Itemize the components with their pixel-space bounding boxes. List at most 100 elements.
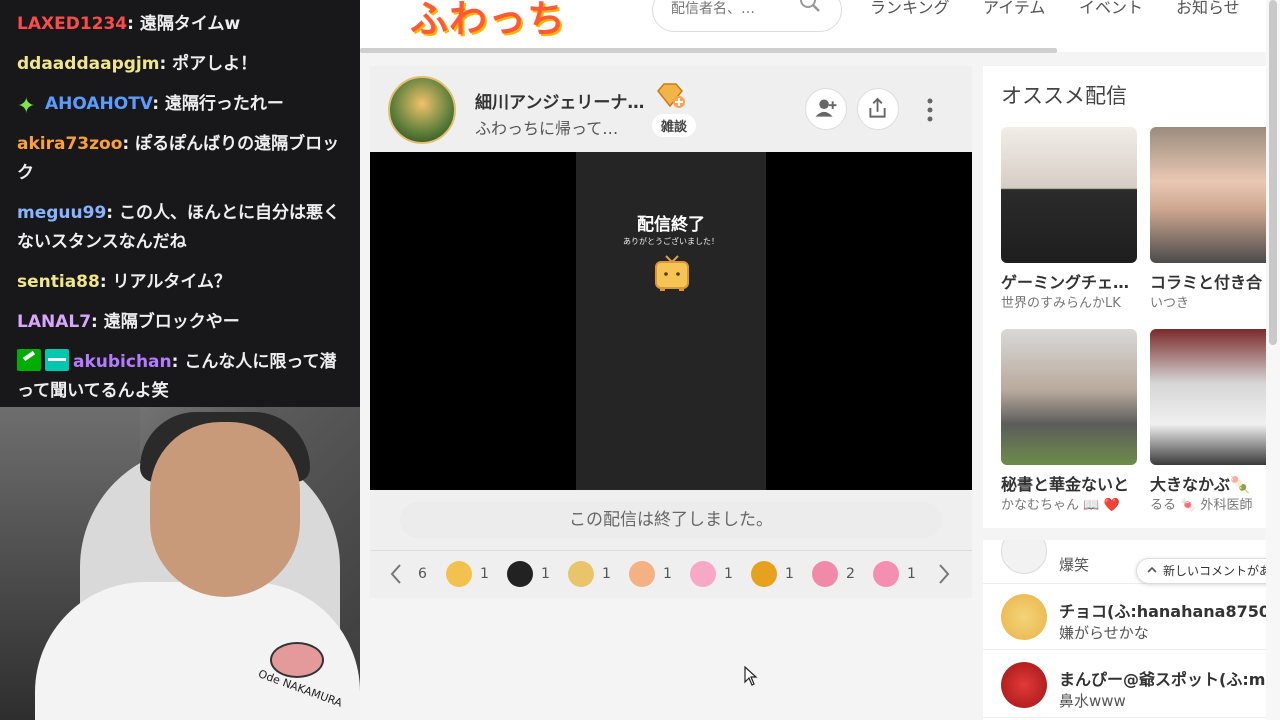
chat-message: sentia88: リアルタイム？: [17, 268, 346, 297]
streamer-name[interactable]: 細川アンジェリーナ…: [475, 88, 644, 113]
character-gift-icon: [873, 561, 899, 587]
recommended-stream-title[interactable]: 秘書と華金ないと: [1001, 471, 1151, 495]
balloon-gift-icon: [507, 561, 533, 587]
more-options-icon[interactable]: [920, 96, 940, 124]
recommended-streamer-name: 世界のすみらんかLK: [1001, 296, 1121, 311]
gift-count: 2: [846, 566, 855, 582]
chat-message: ✦ AHOAHOTV: 遠隔行ったれー: [17, 90, 346, 119]
commenter-avatar[interactable]: [1001, 540, 1047, 574]
stream-title: ふわっちに帰って…: [475, 119, 619, 138]
diamond-rank-icon: [657, 83, 685, 108]
chat-username[interactable]: ddaaddaapgjm: [17, 54, 159, 74]
chat-text: : 遠隔タイムw: [127, 14, 241, 34]
tv-mascot-icon: [655, 255, 689, 291]
recommended-streamer-name: かなむちゃん 📖 ❤️: [1001, 498, 1120, 513]
gift-count: 1: [480, 566, 489, 582]
comment-text: 爆笑: [1059, 556, 1090, 574]
comment-text: 嫌がらせかな: [1059, 624, 1149, 642]
recommended-streamer-name: るる 🍬 外科医師: [1150, 498, 1253, 513]
search-input[interactable]: [671, 0, 801, 19]
share-icon: [869, 97, 886, 118]
sparkle-badge-icon: ✦: [17, 94, 36, 119]
chat-text: : 遠隔ブロックやー: [91, 312, 240, 332]
stream-ended-message: この配信は終了しました。: [400, 502, 942, 538]
chat-username[interactable]: meguu99: [17, 203, 106, 223]
nav-items[interactable]: アイテム: [983, 0, 1045, 18]
recommended-heading: オススメ配信: [1001, 84, 1127, 108]
gift-count: 1: [541, 566, 550, 582]
mouse-cursor-icon: [744, 666, 758, 686]
recommended-streamer-name: いつき: [1150, 296, 1190, 311]
gift-count: 1: [724, 566, 733, 582]
commenter-avatar[interactable]: [1001, 662, 1047, 708]
chat-text: : 遠隔行ったれー: [152, 94, 284, 114]
nav-ranking[interactable]: ランキング: [870, 0, 950, 18]
gift-badge-icon: [45, 349, 69, 371]
site-header: ふわっち ランキング アイテム イベント お知らせ: [360, 0, 1270, 53]
category-tag[interactable]: 雑談: [652, 114, 697, 137]
commenter-name[interactable]: まんぴー@爺スポット(ふ:m: [1059, 666, 1265, 690]
chat-message: akira73zoo: ぽるぽんばりの遠隔ブロック: [17, 130, 346, 188]
chat-message: LANAL7: 遠隔ブロックやー: [17, 308, 346, 337]
vertical-scrollbar[interactable]: [1266, 0, 1280, 720]
comment-text: 鼻水www: [1059, 692, 1126, 710]
chat-message: ddaaddaapgjm: ポアしよ！: [17, 50, 346, 79]
chevron-left-icon[interactable]: [388, 563, 404, 585]
sushi-gift-icon: [446, 561, 472, 587]
drink-gift-icon: [812, 561, 838, 587]
stream-ended-thanks: ありがとうございました！: [623, 237, 719, 246]
stream-thumbnail[interactable]: [1001, 329, 1137, 465]
stream-chat-overlay: LAXED1234: 遠隔タイムw ddaaddaapgjm: ポアしよ！ ✦ AHO…: [0, 0, 360, 407]
chat-username[interactable]: LAXED1234: [17, 14, 127, 34]
screen: LAXED1234: 遠隔タイムw ddaaddaapgjm: ポアしよ！ ✦ AHO…: [0, 0, 1280, 720]
stream-thumbnail[interactable]: [1150, 127, 1266, 263]
stream-card: 細川アンジェリーナ… ふわっちに帰って… 雑談 配信終了 ありがとうございました…: [370, 66, 972, 598]
stream-ended-title: 配信終了: [637, 215, 705, 235]
chat-message: LAXED1234: 遠隔タイムw: [17, 10, 346, 39]
stream-thumbnail[interactable]: [1150, 329, 1266, 465]
moderator-badge-icon: [17, 349, 41, 371]
chat-username[interactable]: sentia88: [17, 272, 100, 292]
search-box[interactable]: [652, 0, 842, 32]
webcam-feed: Ode NAKAMURA: [0, 407, 360, 720]
gift-count: 1: [785, 566, 794, 582]
gift-total-count: 6: [418, 566, 427, 582]
melon-gift-icon: [751, 561, 777, 587]
gift-ranking-row: 6 1 1 1 1 1 1 2 1: [370, 550, 972, 598]
cake-gift-icon: [629, 561, 655, 587]
nav-news[interactable]: お知らせ: [1176, 0, 1240, 18]
stream-thumbnail[interactable]: [1001, 127, 1137, 263]
site-logo[interactable]: ふわっち: [410, 0, 566, 43]
commenter-avatar[interactable]: [1001, 594, 1047, 640]
recommended-stream-title[interactable]: ゲーミングチェ…: [1001, 269, 1151, 293]
comment-list: 爆笑 新しいコメントがあ チョコ(ふ:hanahana87508( 嫌がらせかな…: [983, 540, 1266, 720]
streamer-avatar[interactable]: [388, 76, 456, 144]
chevron-right-icon[interactable]: [936, 563, 952, 585]
webcam-person-face: [150, 422, 300, 597]
chat-message: akubichan: こんな人に限って潜って聞いてるんよ笑: [17, 348, 346, 406]
chat-text: : リアルタイム？: [99, 272, 232, 292]
follow-button[interactable]: [805, 88, 847, 130]
commenter-name[interactable]: チョコ(ふ:hanahana87508(: [1059, 598, 1266, 622]
recommended-stream-title[interactable]: コラミと付き合: [1150, 269, 1266, 293]
video-player[interactable]: 配信終了 ありがとうございました！: [370, 152, 972, 490]
gift-count: 1: [907, 566, 916, 582]
comment-item: まんぴー@爺スポット(ふ:m 鼻水www: [983, 652, 1266, 718]
add-user-icon: [815, 99, 837, 117]
gift-count: 1: [602, 566, 611, 582]
scrollbar-thumb[interactable]: [1269, 0, 1277, 345]
share-button[interactable]: [857, 88, 899, 130]
chat-text: : ポアしよ！: [159, 54, 258, 74]
recommended-streams-panel: オススメ配信 ゲーミングチェ… 世界のすみらんかLK コラミと付き合 いつき 秘…: [983, 66, 1266, 528]
recommended-stream-title[interactable]: 大きなかぶ🍡: [1150, 471, 1266, 495]
chat-username[interactable]: AHOAHOTV: [45, 94, 152, 114]
new-comments-button[interactable]: 新しいコメントがあ: [1136, 558, 1266, 584]
nav-events[interactable]: イベント: [1079, 0, 1143, 18]
horizontal-scrollbar[interactable]: [360, 48, 1057, 53]
chat-username[interactable]: akubichan: [73, 352, 172, 372]
chat-username[interactable]: LANAL7: [17, 312, 91, 332]
chat-username[interactable]: akira73zoo: [17, 134, 122, 154]
chevron-up-icon: [1147, 566, 1157, 573]
beer-gift-icon: [568, 561, 594, 587]
search-icon[interactable]: [799, 0, 821, 13]
